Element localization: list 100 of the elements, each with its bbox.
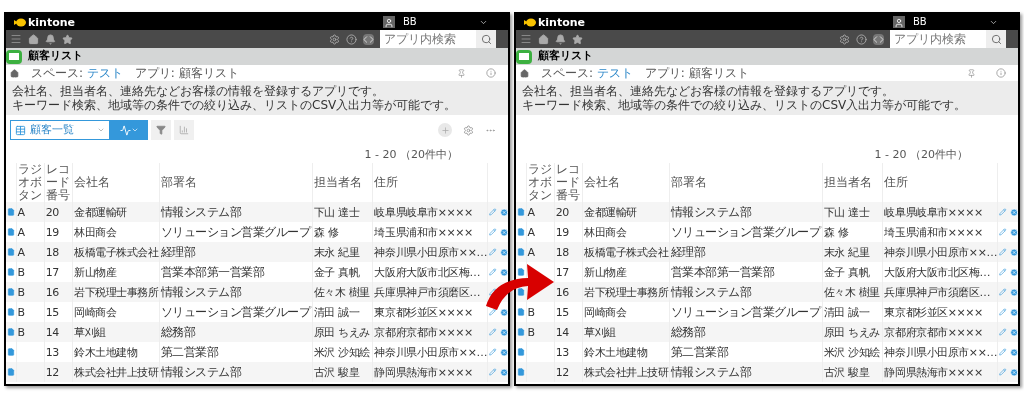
table-cell: 末永 紀里: [823, 245, 870, 259]
breadcrumb-item[interactable]: スペース: テスト: [541, 64, 633, 82]
table-cell: 草刈組: [74, 325, 106, 339]
table-cell: 京都府京都市××××: [884, 325, 983, 339]
table-cell: 15: [555, 305, 569, 319]
table-cell: 情報システム部: [670, 365, 752, 379]
table-cell: 20: [555, 205, 569, 219]
table-cell: 株式会社井上技研: [74, 365, 159, 379]
description-text: キーワード検索、地域等の条件での絞り込み、リストのCSV入出力等が可能です。: [12, 98, 458, 112]
view-select[interactable]: 顧客一覧: [10, 120, 110, 140]
table-cell: 埼玉県浦和市××××: [374, 225, 473, 239]
table-cell: 情報システム部: [670, 285, 752, 299]
column-header[interactable]: ラジオボタン: [17, 163, 43, 202]
table-cell: 18: [555, 245, 569, 259]
table-cell: 岐阜県岐阜市××××: [884, 205, 983, 219]
table-cell: 情報システム部: [160, 285, 242, 299]
table-cell: 金都運輸研: [584, 205, 637, 219]
column-header[interactable]: レコード番号: [45, 163, 71, 202]
table-cell: 12: [555, 365, 569, 379]
user-name[interactable]: BB: [913, 17, 989, 27]
column-header[interactable]: 担当者名: [823, 176, 882, 189]
table-cell: B: [17, 325, 25, 339]
table-cell: B: [17, 265, 25, 279]
table-cell: A: [527, 225, 535, 239]
table-cell: 20: [45, 205, 59, 219]
table-cell: 16: [45, 285, 59, 299]
breadcrumb-item[interactable]: アプリ: 顧客リスト: [644, 64, 749, 82]
table-cell: 15: [45, 305, 59, 319]
column-header[interactable]: 担当者名: [313, 176, 372, 189]
table-cell: 営業本部第一営業部: [160, 265, 265, 279]
table-cell: 第二営業部: [160, 345, 219, 359]
search-field[interactable]: アプリ内検索: [380, 30, 476, 48]
app-title: 顧客リスト: [538, 48, 593, 65]
table-cell: 東京都杉並区××××: [374, 305, 473, 319]
table-cell: 14: [45, 325, 59, 339]
table-cell: 新山物産: [74, 265, 117, 279]
pagination-text: 1 - 20 （20件中）: [364, 147, 458, 161]
table-cell: 岐阜県岐阜市××××: [374, 205, 473, 219]
table-cell: 清田 誠一: [823, 305, 870, 319]
column-header[interactable]: ラジオボタン: [527, 163, 553, 202]
table-cell: 埼玉県浦和市××××: [884, 225, 983, 239]
table-cell: 18: [45, 245, 59, 259]
table-cell: 林田商会: [584, 225, 627, 239]
table-cell: A: [527, 245, 535, 259]
table-cell: 経理部: [670, 245, 706, 259]
table-cell: A: [17, 245, 25, 259]
column-header[interactable]: レコード番号: [555, 163, 581, 202]
table-cell: 情報システム部: [160, 365, 242, 379]
table-cell: B: [527, 305, 535, 319]
table-cell: 金子 真帆: [313, 265, 360, 279]
table-cell: 草刈組: [584, 325, 616, 339]
table-cell: A: [17, 205, 25, 219]
table-cell: 兵庫県神戸市須磨区…: [884, 285, 990, 299]
table-cell: 京都府京都市××××: [374, 325, 473, 339]
table-cell: 神奈川県小田原市××…: [374, 345, 487, 359]
table-cell: 下山 達士: [313, 205, 360, 219]
description-text: キーワード検索、地域等の条件での絞り込み、リストのCSV入出力等が可能です。: [522, 98, 968, 112]
table-cell: 12: [45, 365, 59, 379]
table-cell: 下山 達士: [823, 205, 870, 219]
table-cell: A: [17, 225, 25, 239]
column-header[interactable]: 会社名: [584, 176, 668, 189]
brand-name: kintone: [538, 16, 586, 28]
column-header[interactable]: 会社名: [74, 176, 158, 189]
table-cell: 原田 ちえみ: [313, 325, 370, 339]
table-cell: B: [17, 305, 25, 319]
table-cell: 神奈川県小田原市××…: [374, 245, 487, 259]
column-header[interactable]: 住所: [884, 176, 997, 189]
table-cell: 兵庫県神戸市須磨区…: [374, 285, 480, 299]
column-header[interactable]: 住所: [374, 176, 487, 189]
search-field[interactable]: アプリ内検索: [890, 30, 986, 48]
table-cell: 大阪府大阪市北区梅…: [884, 265, 990, 279]
table-cell: 古沢 駿皇: [313, 365, 360, 379]
table-cell: 神奈川県小田原市××…: [884, 345, 997, 359]
table-cell: 17: [45, 265, 59, 279]
table-cell: 岩下税理士事務所: [584, 285, 669, 299]
table-cell: B: [527, 325, 535, 339]
table-cell: 13: [45, 345, 59, 359]
breadcrumb-item[interactable]: スペース: テスト: [31, 64, 123, 82]
table-cell: 佐々木 樹里: [313, 285, 370, 299]
table-cell: 総務部: [670, 325, 706, 339]
pagination-text: 1 - 20 （20件中）: [874, 147, 968, 161]
user-name[interactable]: BB: [403, 17, 479, 27]
table-cell: 13: [555, 345, 569, 359]
table-cell: 株式会社井上技研: [584, 365, 669, 379]
table-cell: 森 修: [313, 225, 339, 239]
table-cell: 金都運輸研: [74, 205, 127, 219]
table-cell: 板橋電子株式会社: [74, 245, 159, 259]
table-cell: 情報システム部: [160, 205, 242, 219]
table-cell: ソリューション営業グループ: [670, 305, 821, 319]
column-header[interactable]: 部署名: [160, 176, 311, 189]
table-cell: 東京都杉並区××××: [884, 305, 983, 319]
column-header[interactable]: 部署名: [670, 176, 821, 189]
breadcrumb-item[interactable]: アプリ: 顧客リスト: [134, 64, 239, 82]
app-title: 顧客リスト: [28, 48, 83, 65]
table-cell: 静岡県熱海市××××: [374, 365, 473, 379]
table-cell: ソリューション営業グループ: [160, 225, 311, 239]
table-cell: 営業本部第一営業部: [670, 265, 775, 279]
table-cell: 米沢 沙知絵: [823, 345, 880, 359]
table-cell: 末永 紀里: [313, 245, 360, 259]
description-text: 会社名、担当者名、連絡先などお客様の情報を登録するアプリです。: [12, 84, 385, 98]
